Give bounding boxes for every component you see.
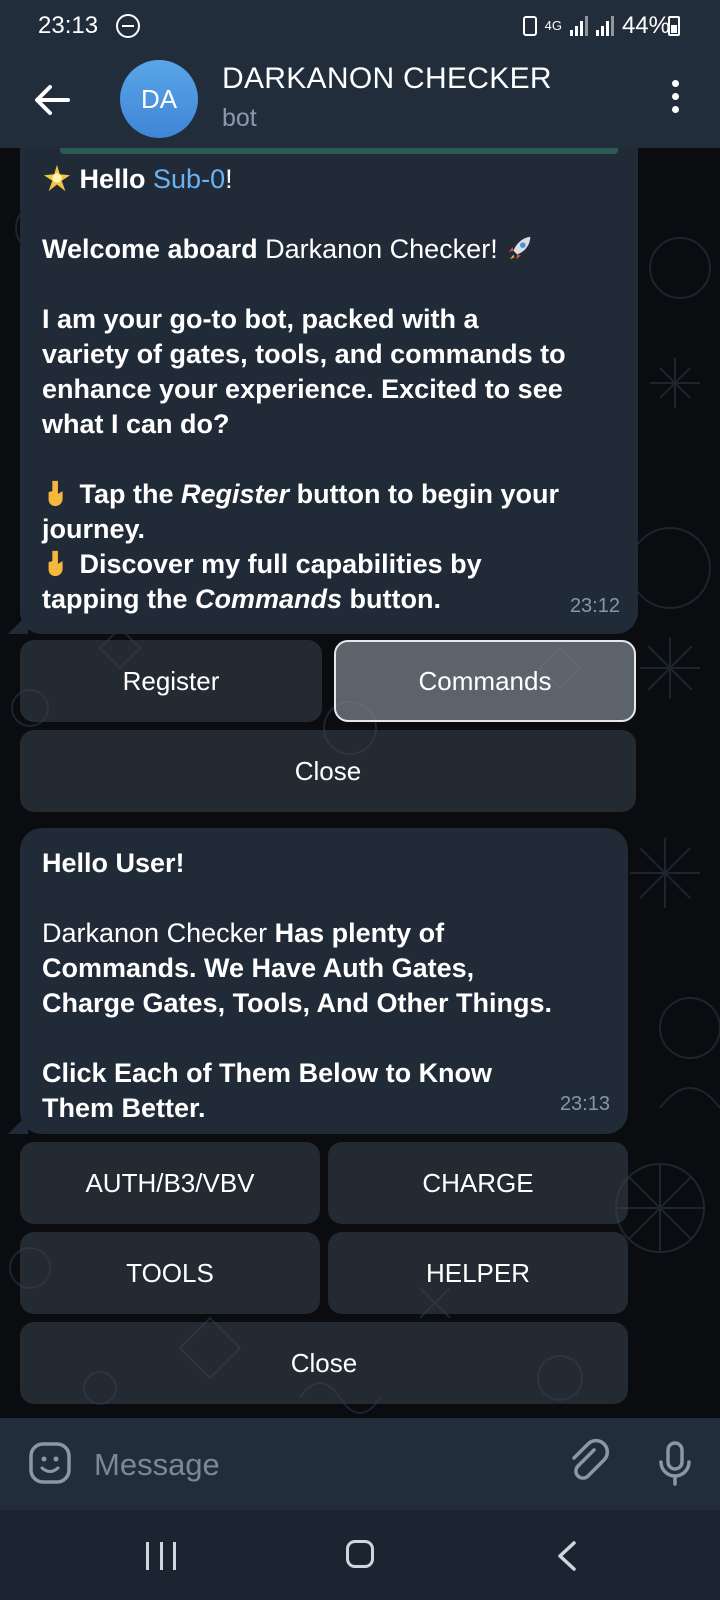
network-type: 4G	[544, 18, 562, 33]
discover-line1: Discover my full capabilities by	[79, 549, 482, 579]
message-input-bar	[0, 1418, 720, 1510]
discover-suffix: button.	[342, 584, 441, 614]
welcome-rest: Darkanon Checker!	[257, 234, 498, 264]
message-bubble: Hello Sub-0! Welcome aboard Darkanon Che…	[20, 148, 638, 634]
save-mode-icon	[522, 16, 537, 36]
discover-prefix: tapping the	[42, 584, 195, 614]
intro-line: I am your go-to bot, packed with a	[42, 304, 479, 334]
chat-subtitle: bot	[222, 104, 257, 132]
intro-line: enhance your experience. Excited to see	[42, 374, 563, 404]
greeting-text: Hello	[79, 164, 154, 194]
recent-apps-icon[interactable]	[146, 1542, 176, 1570]
message-bubble: Hello User! Darkanon Checker Has plenty …	[20, 828, 628, 1134]
microphone-icon[interactable]	[650, 1438, 700, 1488]
intro-line: what I can do?	[42, 409, 230, 439]
register-button[interactable]: Register	[20, 640, 322, 722]
close-button[interactable]: Close	[20, 1322, 628, 1404]
greeting-suffix: !	[225, 164, 233, 194]
status-bar: 23:13 4G 44%	[0, 0, 720, 52]
close-button[interactable]: Close	[20, 730, 636, 812]
pointing-down-emoji-icon	[48, 480, 63, 507]
rocket-emoji-icon	[509, 236, 531, 260]
helper-button[interactable]: HELPER	[328, 1232, 628, 1314]
welcome-bold: Welcome aboard	[42, 234, 258, 264]
more-vertical-icon[interactable]	[670, 80, 680, 120]
back-nav-icon[interactable]	[552, 1540, 582, 1572]
charge-gates-button[interactable]: CHARGE	[328, 1142, 628, 1224]
battery-level: 44%	[621, 12, 670, 39]
paperclip-icon[interactable]	[564, 1438, 614, 1488]
avatar[interactable]: DA	[120, 60, 198, 138]
chat-header: DA DARKANON CHECKER bot	[0, 52, 720, 148]
username-link[interactable]: Sub-0	[153, 164, 225, 194]
battery-icon	[668, 16, 680, 36]
do-not-disturb-icon	[116, 14, 140, 38]
tap-italic: Register	[181, 479, 290, 509]
line1-normal: Darkanon Checker	[42, 918, 275, 948]
auth-gates-button[interactable]: AUTH/B3/VBV	[20, 1142, 320, 1224]
discover-italic: Commands	[194, 584, 343, 614]
sticker-icon[interactable]	[28, 1441, 72, 1485]
tap-suffix: button to begin your	[289, 479, 560, 509]
chat-title[interactable]: DARKANON CHECKER	[222, 62, 552, 96]
arrow-left-icon[interactable]	[30, 78, 74, 122]
tap-prefix: Tap the	[79, 479, 182, 509]
intro-line: variety of gates, tools, and commands to	[42, 339, 566, 369]
message-line: Click Each of Them Below to Know	[42, 1058, 493, 1088]
tools-button[interactable]: TOOLS	[20, 1232, 320, 1314]
tap-line2: journey.	[42, 514, 146, 544]
pointing-down-emoji-icon	[48, 550, 63, 577]
status-time: 23:13	[38, 12, 99, 39]
reply-bar	[60, 148, 618, 154]
message-line: Charge Gates, Tools, And Other Things.	[42, 988, 553, 1018]
hello-user: Hello User!	[42, 848, 185, 878]
message-line: Commands. We Have Auth Gates,	[42, 953, 475, 983]
commands-button[interactable]: Commands	[334, 640, 636, 722]
star-emoji-icon	[43, 164, 71, 192]
signal-1-icon	[569, 16, 588, 36]
message-input[interactable]	[92, 1442, 516, 1488]
system-nav-bar	[0, 1510, 720, 1600]
message-line: Them Better.	[42, 1093, 206, 1123]
status-indicators: 4G 44%	[522, 12, 670, 40]
message-time: 23:12	[569, 595, 620, 617]
message-time: 23:13	[559, 1093, 610, 1115]
home-icon[interactable]	[346, 1540, 374, 1568]
signal-2-icon	[595, 16, 614, 36]
line1-bold: Has plenty of	[274, 918, 445, 948]
